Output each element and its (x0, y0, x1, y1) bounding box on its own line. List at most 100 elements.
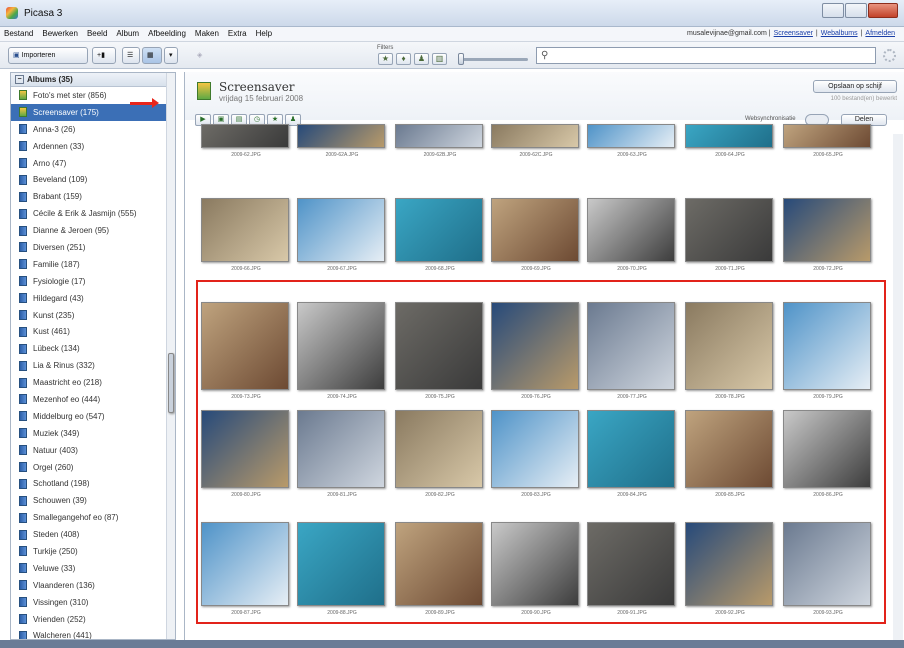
play-icon: ▶ (200, 116, 206, 123)
link-afmelden[interactable]: Afmelden (865, 30, 895, 37)
sidebar-item-label: Dianne & Jeroen (95) (33, 226, 110, 236)
filter-people-button[interactable]: ♟ (414, 53, 429, 65)
star-icon: ★ (271, 116, 279, 123)
sidebar-item-album[interactable]: Muziek (349) (11, 425, 175, 442)
sidebar-item-album[interactable]: Mezenhof eo (444) (11, 391, 175, 408)
photo-grid-scrollbar[interactable] (893, 134, 903, 640)
photo-thumbnail[interactable] (587, 124, 675, 148)
photo-thumbnail[interactable] (297, 124, 385, 148)
menu-bewerken[interactable]: Bewerken (42, 29, 78, 38)
sidebar-scroll-thumb[interactable] (168, 353, 174, 413)
minimize-button[interactable] (822, 3, 844, 18)
photo-filename: 2009-62.JPG (231, 152, 261, 158)
play-slideshow-button[interactable]: ◈ (192, 47, 214, 64)
import-button[interactable]: ▣ Importeren (8, 47, 88, 64)
maximize-button[interactable] (845, 3, 867, 18)
photo-thumbnail[interactable] (685, 124, 773, 148)
save-to-disk-button[interactable]: Opslaan op schijf (813, 80, 897, 93)
thumbnail-view-button[interactable]: ▦ (142, 47, 162, 64)
photo-thumbnail[interactable] (395, 124, 483, 148)
menu-beeld[interactable]: Beeld (87, 29, 107, 38)
sidebar-item-album[interactable]: Anna-3 (26) (11, 121, 175, 138)
sidebar-scrollbar[interactable] (166, 73, 175, 639)
photo-thumbnail[interactable] (297, 198, 385, 262)
photo-thumbnail[interactable] (685, 198, 773, 262)
filter-video-button[interactable]: ▥ (432, 53, 447, 65)
sidebar-item-label: Beveland (109) (33, 175, 88, 185)
photo-thumbnail[interactable] (201, 198, 289, 262)
sidebar-item-album[interactable]: Lia & Rinus (332) (11, 357, 175, 374)
album-icon (19, 563, 27, 574)
person-icon: ♟ (417, 54, 426, 63)
sidebar-item-album[interactable]: Lübeck (134) (11, 340, 175, 357)
sidebar-item-album[interactable]: Natuur (403) (11, 442, 175, 459)
date-filter-slider[interactable] (460, 58, 528, 61)
photo-filename: 2009-66.JPG (231, 266, 261, 272)
photo-thumbnail[interactable] (783, 198, 871, 262)
sidebar-item-album[interactable]: Vrienden (252) (11, 611, 175, 628)
sidebar-item-album[interactable]: Fysiologie (17) (11, 273, 175, 290)
filter-uploaded-button[interactable]: ♦ (396, 53, 411, 65)
person-icon: ♟ (289, 116, 297, 123)
photo-thumbnail[interactable] (395, 198, 483, 262)
sidebar-item-album[interactable]: Screensaver (175) (11, 103, 175, 121)
album-icon (19, 580, 27, 591)
menu-extra[interactable]: Extra (228, 29, 247, 38)
sidebar-item-album[interactable]: Cécile & Erik & Jasmijn (555) (11, 205, 175, 222)
toolbar: ▣ Importeren +▮ ☰ ▦ ▾ ◈ Filters ★ ♦ ♟ ▥ … (0, 42, 904, 69)
add-to-album-button[interactable]: +▮ (92, 47, 116, 64)
album-icon (19, 276, 27, 287)
sidebar-item-album[interactable]: Familie (187) (11, 256, 175, 273)
photo-thumbnail[interactable] (201, 124, 289, 148)
sidebar-item-album[interactable]: Schouwen (39) (11, 492, 175, 509)
sidebar-item-album[interactable]: Dianne & Jeroen (95) (11, 222, 175, 239)
sidebar-item-album[interactable]: Kust (461) (11, 323, 175, 340)
search-input[interactable]: ⚲ (536, 47, 876, 64)
link-webalbums[interactable]: Webalbums (821, 30, 858, 37)
sidebar-item-album[interactable]: Vissingen (310) (11, 594, 175, 611)
sidebar-item-label: Smallegangehof eo (87) (33, 513, 119, 523)
photo-thumbnail[interactable] (491, 198, 579, 262)
album-icon (19, 462, 27, 473)
menu-help[interactable]: Help (256, 29, 272, 38)
view-dropdown[interactable]: ▾ (164, 47, 178, 64)
sidebar-item-album[interactable]: Turkije (250) (11, 543, 175, 560)
sidebar-item-album[interactable]: Smallegangehof eo (87) (11, 509, 175, 526)
sidebar-item-album[interactable]: Beveland (109) (11, 171, 175, 188)
menu-maken[interactable]: Maken (195, 29, 219, 38)
list-view-button[interactable]: ☰ (122, 47, 140, 64)
sidebar-item-album[interactable]: Maastricht eo (218) (11, 374, 175, 391)
sidebar-item-album[interactable]: Brabant (159) (11, 188, 175, 205)
edit-count: 100 bestand(en) bewerkt (830, 96, 897, 102)
photo-thumbnail[interactable] (587, 198, 675, 262)
sidebar-item-album[interactable]: Steden (408) (11, 526, 175, 543)
filter-starred-button[interactable]: ★ (378, 53, 393, 65)
photo-thumbnail[interactable] (783, 124, 871, 148)
photo-filename: 2009-62B.JPG (423, 152, 457, 158)
sidebar-item-album[interactable]: Arno (47) (11, 155, 175, 172)
sidebar-item-album[interactable]: Veluwe (33) (11, 560, 175, 577)
collapse-icon[interactable]: − (15, 75, 24, 84)
albums-header[interactable]: − Albums (35) (11, 73, 175, 87)
menu-afbeelding[interactable]: Afbeelding (148, 29, 186, 38)
sidebar-item-album[interactable]: Walcheren (441) (11, 628, 175, 639)
sidebar-item-album[interactable]: Schotland (198) (11, 475, 175, 492)
album-icon (19, 191, 27, 202)
album-title: Screensaver (219, 80, 295, 94)
sidebar-item-album[interactable]: Orgel (260) (11, 459, 175, 476)
sidebar-item-album[interactable]: Kunst (235) (11, 307, 175, 324)
sidebar-item-album[interactable]: Middelburg eo (547) (11, 408, 175, 425)
sidebar-item-album[interactable]: Hildegard (43) (11, 290, 175, 307)
link-screensaver[interactable]: Screensaver (774, 30, 813, 37)
photo-thumbnail[interactable] (491, 124, 579, 148)
album-icon (19, 141, 27, 152)
sidebar-item-album[interactable]: Ardennen (33) (11, 138, 175, 155)
menu-bestand[interactable]: Bestand (4, 29, 33, 38)
photo-filename: 2009-63.JPG (617, 152, 647, 158)
slider-handle[interactable] (458, 53, 464, 65)
menu-album[interactable]: Album (116, 29, 139, 38)
close-button[interactable] (868, 3, 898, 18)
sidebar-item-album[interactable]: Diversen (251) (11, 239, 175, 256)
sidebar-item-album[interactable]: Vlaanderen (136) (11, 577, 175, 594)
album-icon (19, 529, 27, 540)
